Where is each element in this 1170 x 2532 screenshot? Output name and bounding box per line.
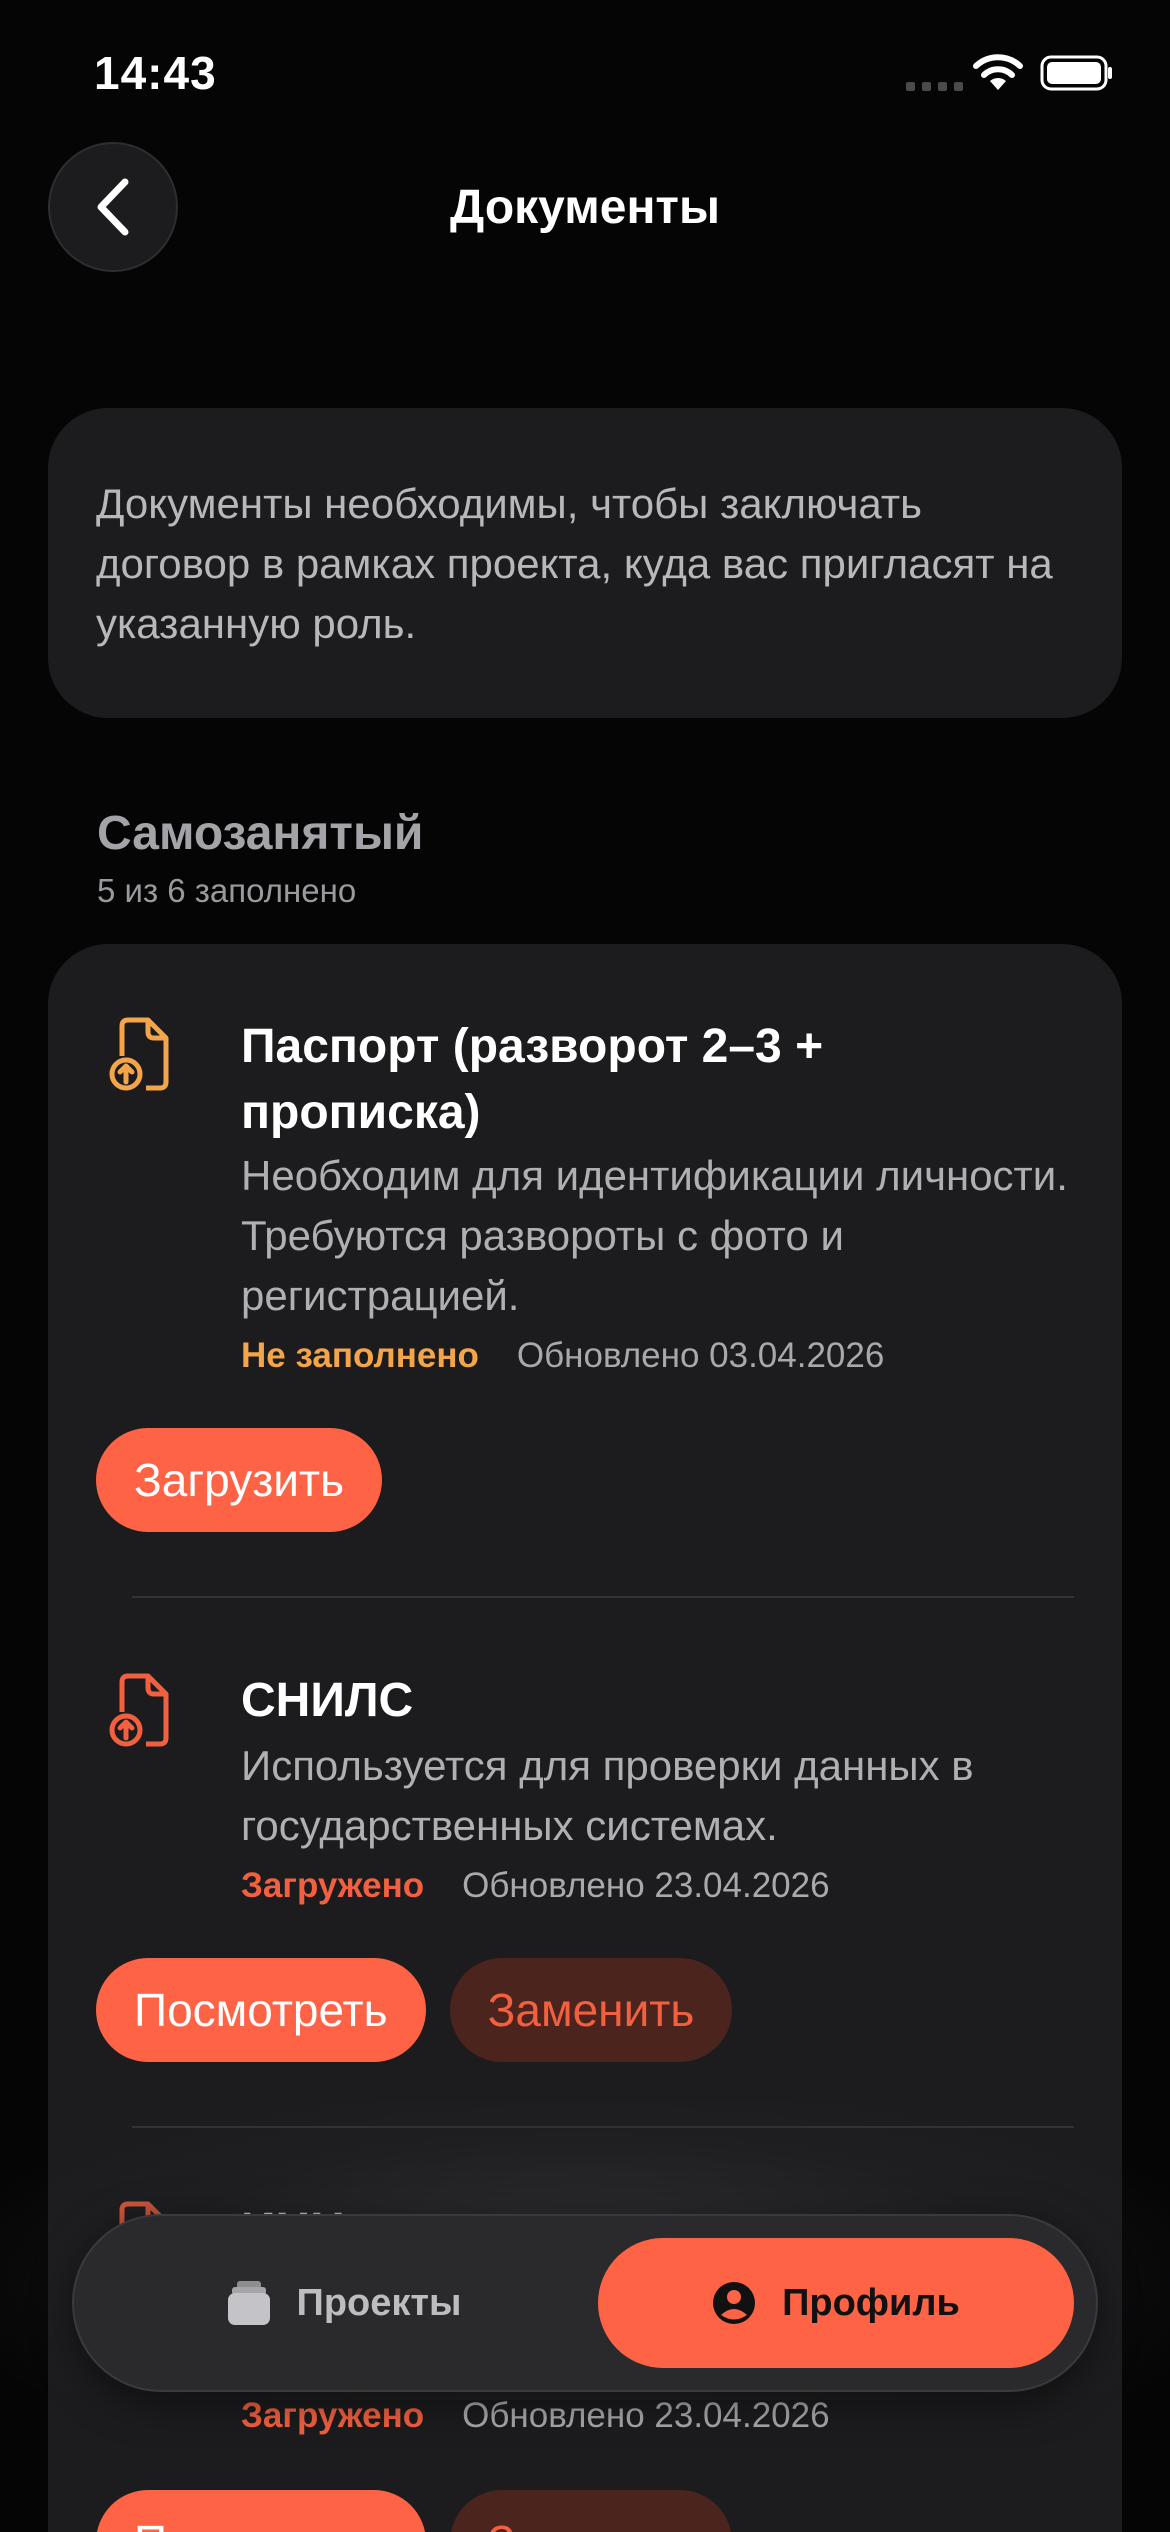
document-meta: Не заполнено Обновлено 03.04.2026 xyxy=(241,1336,884,1376)
status-bar: 14:43 xyxy=(0,0,1170,150)
info-card: Документы необходимы, чтобы заключать до… xyxy=(48,408,1122,718)
document-description: Используется для проверки данных в госуд… xyxy=(241,1742,974,1849)
tab-projects[interactable]: Проекты xyxy=(134,2238,554,2368)
document-meta: Загружено Обновлено 23.04.2026 xyxy=(241,2396,830,2436)
wifi-icon xyxy=(973,54,1023,90)
view-button[interactable]: Посмотреть xyxy=(96,2490,426,2532)
document-upload-icon xyxy=(109,1673,169,1747)
divider xyxy=(132,2126,1074,2128)
document-upload-icon xyxy=(109,1017,169,1091)
page-title: Документы xyxy=(450,181,720,234)
document-actions: Посмотреть Заменить xyxy=(96,2490,733,2532)
replace-button[interactable]: Заменить xyxy=(449,1958,733,2062)
section-progress: 5 из 6 заполнено xyxy=(97,872,357,909)
tab-profile[interactable]: Профиль xyxy=(598,2238,1074,2368)
stack-icon xyxy=(227,2281,270,2325)
updated-date: Обновлено 03.04.2026 xyxy=(516,1336,885,1375)
updated-date: Обновлено 23.04.2026 xyxy=(462,1866,830,1905)
cellular-signal-icon xyxy=(906,82,963,91)
updated-date: Обновлено 23.04.2026 xyxy=(462,2396,830,2435)
document-actions: Посмотреть Заменить xyxy=(96,1958,733,2062)
document-actions: Загрузить xyxy=(96,1428,383,1532)
documents-screen: 14:43 Документы Документы необходимы, чт… xyxy=(0,0,1170,2532)
status-time: 14:43 xyxy=(94,47,217,99)
document-description: Необходим для идентификации личности. Тр… xyxy=(241,1152,1068,1319)
tab-bar: Проекты Профиль xyxy=(72,2214,1098,2392)
user-circle-icon xyxy=(713,2282,756,2324)
status-badge: Не заполнено xyxy=(241,1336,479,1375)
document-meta: Загружено Обновлено 23.04.2026 xyxy=(241,1866,830,1906)
status-badge: Загружено xyxy=(241,1866,425,1905)
battery-icon xyxy=(1040,55,1112,91)
replace-button[interactable]: Заменить xyxy=(449,2490,733,2532)
document-title: СНИЛС xyxy=(241,1674,414,1727)
document-title: Паспорт (разворот 2–3 + прописка) xyxy=(241,1020,824,1139)
divider xyxy=(132,1596,1074,1598)
upload-button[interactable]: Загрузить xyxy=(96,1428,383,1532)
view-button[interactable]: Посмотреть xyxy=(96,1958,426,2062)
status-badge: Загружено xyxy=(241,2396,425,2435)
tab-label: Профиль xyxy=(782,2281,960,2324)
section-title: Самозанятый xyxy=(97,807,424,860)
tab-label: Проекты xyxy=(296,2281,462,2324)
info-text: Документы необходимы, чтобы заключать до… xyxy=(96,480,1053,647)
